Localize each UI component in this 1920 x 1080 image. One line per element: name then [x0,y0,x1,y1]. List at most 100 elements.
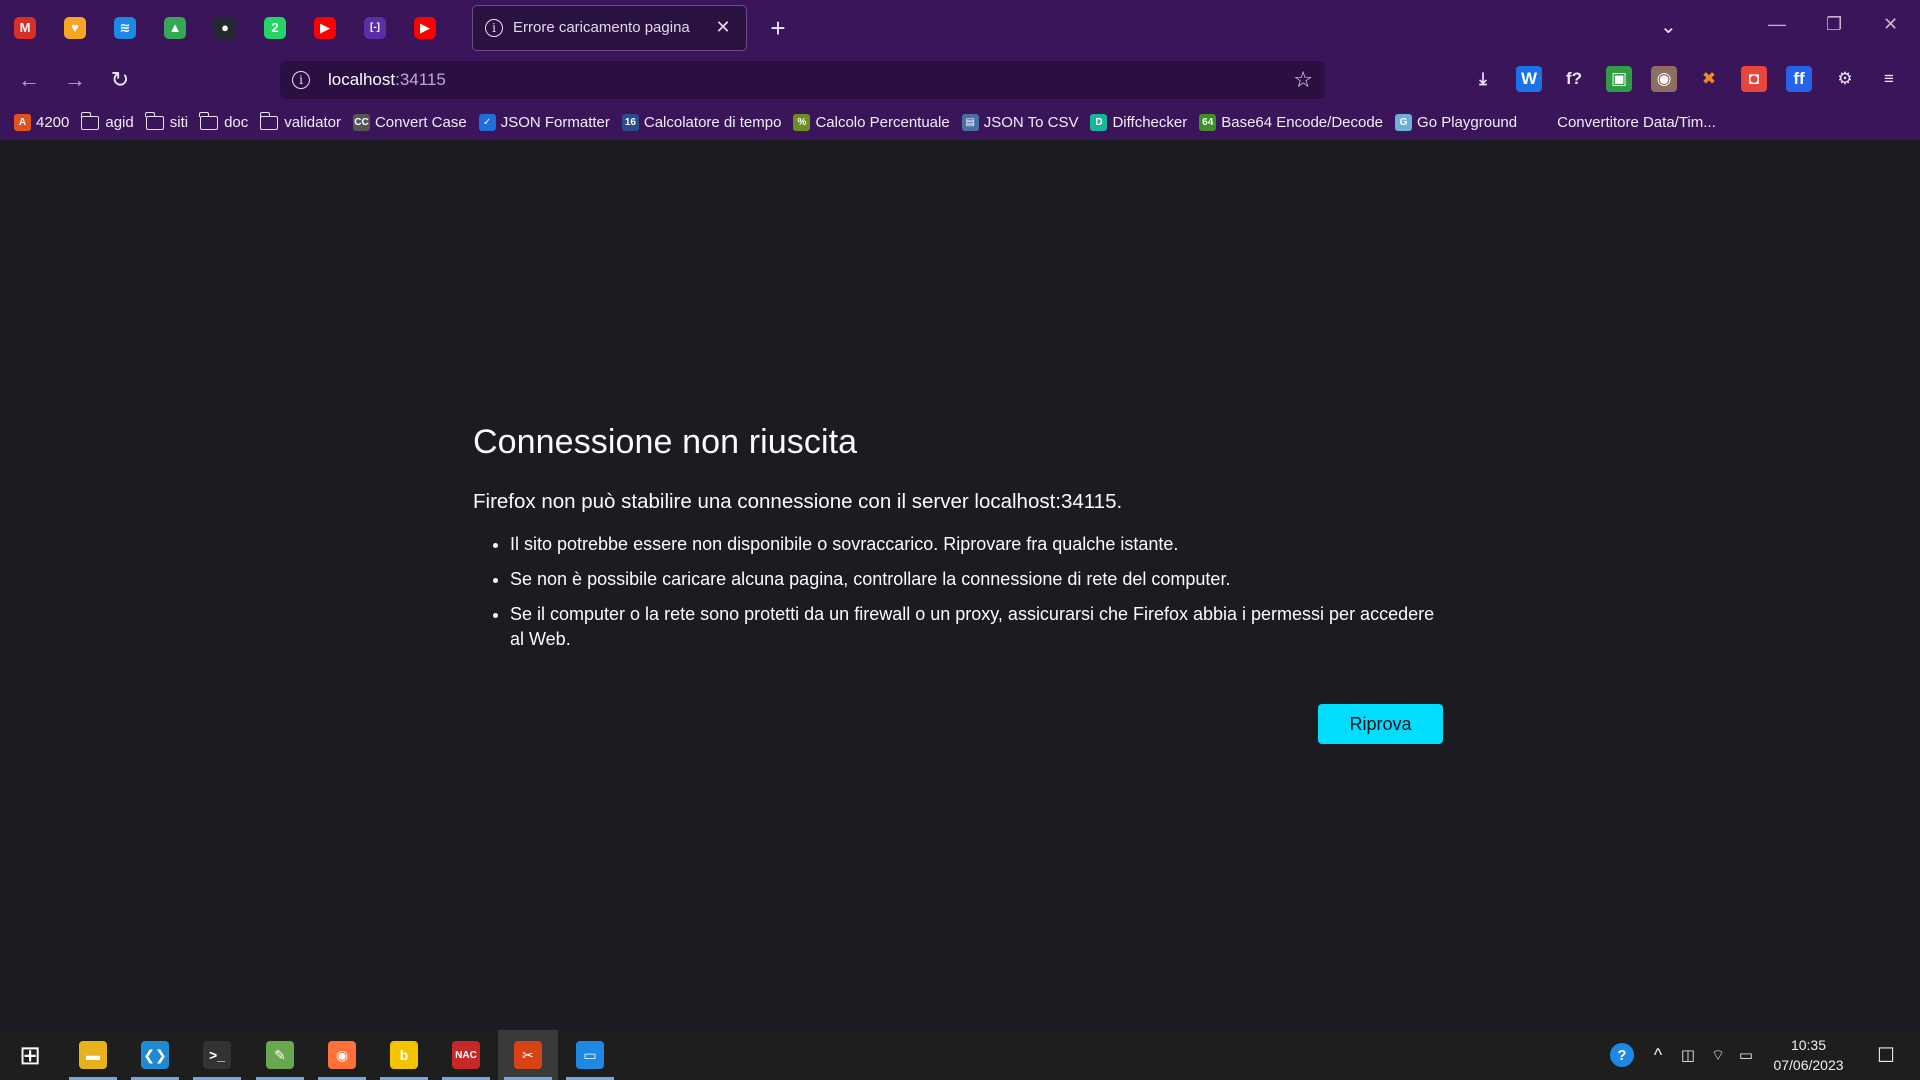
owl-extension-icon[interactable]: ◉ [1651,66,1677,92]
bookmark-item[interactable]: CC Convert Case [352,114,467,131]
forward-icon[interactable]: → [60,67,90,93]
reload-icon[interactable]: ↻ [105,67,135,93]
bookmark-item[interactable]: siti [145,111,189,131]
bookmark-item[interactable]: 64 Base64 Encode/Decode [1199,114,1383,131]
bookmark-item[interactable]: ✓ JSON Formatter [478,114,610,131]
site-info-icon[interactable]: i [292,71,310,89]
url-bar[interactable]: i localhost:34115 ☆ [280,61,1325,99]
taskbar-item[interactable]: ✎ [250,1030,310,1080]
bookmark-star-icon[interactable]: ☆ [1293,67,1313,93]
green-extension-icon[interactable]: ▣ [1606,66,1632,92]
retry-button[interactable]: Riprova [1318,704,1443,744]
nac-app-icon: NAC [452,1041,480,1069]
bookmark-item[interactable]: 16 Calcolatore di tempo [621,114,782,131]
favicon-icon: ✓ [478,114,496,131]
navigation-toolbar: ← → ↻ i localhost:34115 ☆ ⤓ Wf? ▣ ◉ ✖ ◘ ff ⚙ ≡ [0,55,1920,105]
vscode-icon: ❮❯ [141,1041,169,1069]
bookmark-item[interactable]: doc [199,111,249,131]
pinned-tab[interactable]: M [0,0,50,55]
taskbar-item[interactable]: ◉ [312,1030,372,1080]
menu-icon[interactable]: ≡ [1876,66,1902,92]
taskbar-item[interactable]: ✂ [498,1030,558,1080]
bookmark-label: agid [105,114,134,131]
pinned-tab[interactable]: ≋ [100,0,150,55]
tab-close-icon[interactable]: ✕ [712,17,734,38]
meet-now-icon[interactable]: ◫ [1674,1030,1702,1080]
pinned-tabs: M ♥ ≋ ▲ ● 2 ▶ [-] ▶ [0,0,450,55]
taskbar-item[interactable]: ▭ [560,1030,620,1080]
bookmark-item[interactable]: A 4200 [14,114,69,131]
snipping-tool-icon: ✂ [514,1041,542,1069]
notepad-plus-icon: ✎ [266,1041,294,1069]
error-description: Firefox non può stabilire una connession… [473,490,1123,513]
taskbar-item[interactable]: b [374,1030,434,1080]
camera-extension-icon[interactable]: ◘ [1741,66,1767,92]
taskbar-item[interactable]: >_ [187,1030,247,1080]
favicon-icon: % [793,114,811,131]
favicon-icon: 64 [1199,114,1217,131]
extensions-icon[interactable]: ⚙ [1832,66,1858,92]
bookmark-label: 4200 [36,114,70,131]
pinned-tab[interactable]: ▶ [400,0,450,55]
taskbar: ⊞ ▬ ❮❯ >_ ✎ ◉ b NAC ✂ ▭ ? ^ ◫ ⌔ ▭ 10:35 07/06/202… [0,1030,1920,1080]
minimize-icon[interactable]: — [1768,14,1786,35]
tray-chevron-icon[interactable]: ^ [1644,1030,1672,1080]
pinned-tab[interactable]: ▶ [300,0,350,55]
bookmark-label: Calcolatore di tempo [643,114,782,131]
bookmark-label: validator [284,114,341,131]
tab-title: Errore caricamento pagina [513,19,690,36]
bookmark-label: Calcolo Percentuale [815,114,950,131]
error-container: Connessione non riuscita Firefox non può… [473,423,1443,662]
bookmark-item[interactable]: D Diffchecker [1090,114,1187,131]
gmail-icon: M [14,16,36,39]
wifi-icon[interactable]: ⌔ [1704,1030,1732,1080]
bookmark-item[interactable]: % Calcolo Percentuale [793,114,950,131]
page-content: Connessione non riuscita Firefox non può… [0,140,1920,1030]
youtube-icon: ▶ [314,16,336,39]
new-tab-button[interactable]: + [763,15,793,41]
ff-extension-icon[interactable]: ff [1786,66,1812,92]
tab-active[interactable]: i Errore caricamento pagina ✕ [472,4,747,51]
back-icon[interactable]: ← [14,67,44,93]
bookmark-label: JSON To CSV [983,114,1079,131]
taskbar-item[interactable]: ▬ [63,1030,123,1080]
pinned-tab[interactable]: 2 [250,0,300,55]
bookmark-item[interactable]: ▤ JSON To CSV [961,114,1079,131]
folder-icon [259,111,279,130]
bookmarks-toolbar: A 4200 agid siti doc validator CC Convert Case ✓… [0,105,1920,140]
bookmark-label: siti [169,114,189,131]
notifications-icon[interactable]: ☐ [1866,1030,1906,1080]
cross-extension-icon[interactable]: ✖ [1696,66,1722,92]
taskbar-item[interactable]: ❮❯ [125,1030,185,1080]
clock[interactable]: 10:35 07/06/2023 [1756,1035,1861,1075]
help-icon[interactable]: ? [1604,1030,1640,1080]
bookmark-item[interactable]: agid [80,111,134,131]
favicon-icon: 16 [621,114,639,131]
folder-icon [145,111,164,130]
pinned-tab[interactable]: ● [200,0,250,55]
download-icon[interactable]: ⤓ [1470,66,1496,92]
pinned-tab[interactable]: ▲ [150,0,200,55]
youtube-icon: ▶ [414,16,436,39]
window-close-icon[interactable]: ✕ [1883,14,1898,35]
restore-icon[interactable]: ❐ [1826,14,1842,35]
pinned-tab[interactable]: ♥ [50,0,100,55]
github-icon: ● [214,16,236,39]
pinned-tab[interactable]: [-] [350,0,400,55]
bookmark-item[interactable]: validator [259,111,341,131]
whatsapp-icon: 2 [264,16,286,39]
list-all-tabs-icon[interactable]: ⌄ [1660,14,1677,39]
windows-start-icon: ⊞ [19,1039,41,1070]
bookmark-item[interactable]: G Go Playground [1395,114,1517,131]
w-extension-icon[interactable]: W [1516,66,1542,92]
taskbar-item[interactable]: NAC [436,1030,496,1080]
bookmark-item[interactable]: Convertitore Data/Tim... [1557,114,1716,131]
taskbar-item[interactable]: ⊞ [0,1030,60,1080]
bookmark-label: doc [224,114,249,131]
bookmark-label: Convertitore Data/Tim... [1557,114,1716,131]
font-extension-icon[interactable]: f? [1561,66,1587,92]
url-port: :34115 [395,70,446,89]
url-host: localhost [328,70,396,89]
bookmark-label: Base64 Encode/Decode [1221,114,1384,131]
window-app-icon: ▭ [576,1041,604,1069]
